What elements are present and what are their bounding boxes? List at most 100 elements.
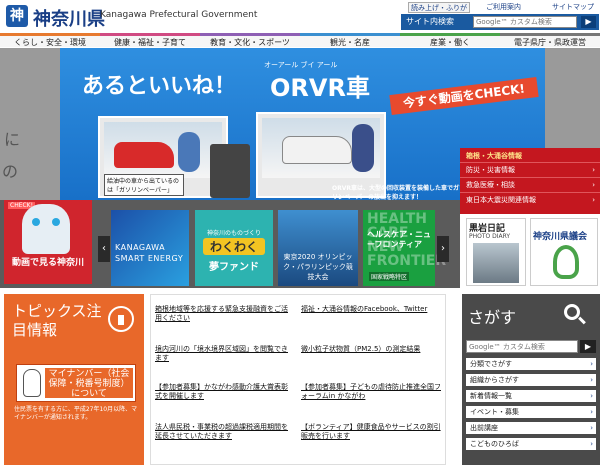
search-lectures[interactable]: 出前講座 ›: [466, 422, 596, 434]
alert-item-emergency[interactable]: 救急医療・相談 ›: [460, 177, 600, 191]
alert-item-label: 防災・災害情報: [466, 166, 515, 174]
character-icon: [178, 132, 200, 172]
alert-item-earthquake[interactable]: 東日本大震災関連情報 ›: [460, 192, 600, 206]
alert-menu: 箱根・大涌谷情報 防災・災害情報 › 救急医療・相談 › 東日本大震災関連情報 …: [460, 148, 600, 214]
search-kids[interactable]: こどものひろば ›: [466, 438, 596, 450]
topic-link[interactable]: 法人県民税・事業税の超過課税適用期間を延長させていただきます: [155, 423, 293, 441]
global-nav: くらし・安全・環境 健康・福祉・子育て 教育・文化・スポーツ 観光・名産 産業・…: [0, 33, 600, 47]
carousel-next-button[interactable]: ›: [437, 236, 449, 262]
thumb-waku-small: 神奈川のものづくり: [206, 230, 261, 237]
banner-caption-2: ORVR車は、大型の回収装置を装備した車でガソリンベーパーの放出を抑えます！: [332, 185, 465, 200]
mynumber-banner[interactable]: マイナンバー（社会保障・税番号制度）について: [16, 364, 136, 402]
thumb-healthcare[interactable]: HEALTH CARE NEW FRONTIER ヘルスケア・ニューフロンティア…: [363, 210, 446, 286]
info-icon: [108, 306, 134, 332]
nav-item-education[interactable]: 教育・文化・スポーツ: [200, 33, 300, 47]
search-item-label: 新着情報一覧: [470, 392, 512, 400]
robot-icon: [22, 204, 70, 254]
guide-link[interactable]: ご利用案内: [486, 2, 521, 13]
white-car-icon: [282, 136, 352, 164]
character-2-icon: [352, 124, 374, 172]
topic-link[interactable]: 微小粒子状物質（PM2.5）の測定結果: [301, 345, 441, 354]
search-by-organization[interactable]: 組織からさがす ›: [466, 374, 596, 386]
thumb-video-kanagawa[interactable]: CHECK! 動画で見る神奈川: [4, 200, 92, 284]
sitemap-link[interactable]: サイトマップ: [552, 2, 594, 13]
nav-item-health[interactable]: 健康・福祉・子育て: [100, 33, 200, 47]
thumb-health-label: ヘルスケア・ニューフロンティア: [367, 230, 431, 249]
read-aloud-button[interactable]: 読み上げ・ふりがな: [408, 2, 470, 23]
search-by-category[interactable]: 分類でさがす ›: [466, 358, 596, 370]
thumb-olympics[interactable]: 東京2020 オリンピック・パラリンピック競技大会: [278, 210, 358, 286]
thumb-waku-fund[interactable]: 神奈川のものづくり わくわく 夢ファンド: [195, 210, 273, 286]
robot-eye-icon: [32, 218, 40, 226]
chevron-right-icon: ›: [592, 181, 595, 189]
site-logo-text[interactable]: 神奈川県: [33, 5, 105, 31]
search-new-info[interactable]: 新着情報一覧 ›: [466, 390, 596, 402]
thumb-waku-big: わくわく: [203, 238, 265, 255]
search-label: サイト内検索: [406, 17, 454, 26]
robot-eye-icon: [52, 218, 60, 226]
thumb-olympics-label: 東京2020 オリンピック・パラリンピック競技大会: [283, 253, 353, 281]
search-item-label: 分類でさがす: [470, 360, 512, 368]
search-panel-title: さがす: [468, 308, 517, 327]
carousel-prev-button[interactable]: ‹: [98, 236, 110, 262]
topic-link[interactable]: 福祉・大涌谷情報のFacebook、Twitter: [301, 305, 441, 314]
search-events[interactable]: イベント・募集 ›: [466, 406, 596, 418]
panel-search-button[interactable]: ▶: [580, 340, 596, 353]
site-logo-subtitle: Kanagawa Prefectural Government: [100, 10, 258, 20]
chevron-right-icon: ›: [590, 408, 593, 416]
nav-item-government[interactable]: 電子県庁・県政運営: [500, 33, 600, 47]
red-car-icon: [114, 142, 174, 168]
alert-item-label: 東日本大震災関連情報: [466, 196, 536, 204]
thumb-smart-energy-label: KANAGAWA SMART ENERGY: [115, 243, 184, 263]
banner-scene-1: [104, 122, 222, 178]
banner-title: あるといいね！: [82, 74, 237, 99]
search-input[interactable]: [473, 16, 577, 28]
chevron-right-icon: ›: [592, 166, 595, 174]
search-item-label: こどものひろば: [470, 440, 519, 448]
topic-link[interactable]: 【ボランティア】健康食品やサービスの割引販売を行います: [301, 423, 441, 441]
search-item-label: イベント・募集: [470, 408, 519, 416]
thumb-video-label: 動画で見る神奈川: [11, 258, 84, 268]
governor-photo: [473, 243, 519, 283]
assembly-logo-icon: [553, 245, 579, 279]
thumb-health-sub: 国家戦略特区: [369, 272, 410, 281]
banner-orvr-title: ORVR車: [270, 74, 370, 102]
magnifier-icon: [564, 304, 580, 320]
alert-item-disaster[interactable]: 防災・災害情報 ›: [460, 162, 600, 176]
nav-item-living[interactable]: くらし・安全・環境: [0, 33, 100, 47]
chevron-right-icon: ›: [590, 440, 593, 448]
prev-preview-text: に: [4, 130, 21, 149]
nav-item-industry[interactable]: 産業・働く: [400, 33, 500, 47]
carousel-next-preview[interactable]: [545, 48, 600, 148]
chevron-right-icon: ›: [590, 424, 593, 432]
topic-link[interactable]: 箱根地域等を応援する緊急支援融資をご活用ください: [155, 305, 293, 323]
photo-diary-link[interactable]: 黒岩日記 PHOTO DIARY: [466, 218, 526, 286]
nav-item-tourism[interactable]: 観光・名産: [300, 33, 400, 47]
site-header: 神 神奈川県 Kanagawa Prefectural Government 読…: [0, 0, 600, 34]
assembly-link[interactable]: 神奈川県議会: [530, 218, 598, 286]
search-submit-button[interactable]: ▶: [581, 16, 596, 28]
chevron-right-icon: ›: [592, 196, 595, 204]
chevron-right-icon: ›: [590, 376, 593, 384]
thumb-smart-energy[interactable]: KANAGAWA SMART ENERGY: [111, 210, 189, 286]
banner-cta-button[interactable]: 今すぐ動画をCHECK!: [389, 77, 539, 115]
fuel-pump-icon: [210, 144, 250, 198]
assembly-title: 神奈川県議会: [533, 232, 588, 242]
topics-title: トピックス注目情報: [12, 302, 102, 339]
search-item-label: 出前講座: [470, 424, 498, 432]
alert-item-label: 救急医療・相談: [466, 181, 515, 189]
prefecture-logo-icon[interactable]: 神: [6, 5, 28, 27]
alert-menu-title[interactable]: 箱根・大涌谷情報: [466, 151, 522, 161]
topic-link[interactable]: 【参加者募集】子どもの虐待防止推進全国フォーラムin かながわ: [301, 383, 441, 401]
chevron-right-icon: ›: [590, 360, 593, 368]
rabbit-mascot-icon: [23, 369, 41, 397]
mynumber-label: マイナンバー（社会保障・税番号制度）について: [45, 368, 133, 399]
panel-search-input[interactable]: [466, 340, 578, 353]
topic-link[interactable]: 境内河川の「境水境界区域図」を閲覧できます: [155, 345, 293, 363]
chevron-right-icon: ›: [590, 392, 593, 400]
search-panel: さがす ▶ 分類でさがす› 組織からさがす› 新着情報一覧› イベント・募集› …: [462, 294, 600, 465]
banner-scene-2: [262, 118, 380, 178]
mynumber-note: 住民票を有する方に、平成27年10月以降、マイナンバーが通知されます。: [14, 406, 138, 421]
topic-link[interactable]: 【参加者募集】かながわ感動介護大賞表彰式を開催します: [155, 383, 293, 401]
thumb-waku-yume: 夢ファンド: [209, 262, 259, 273]
